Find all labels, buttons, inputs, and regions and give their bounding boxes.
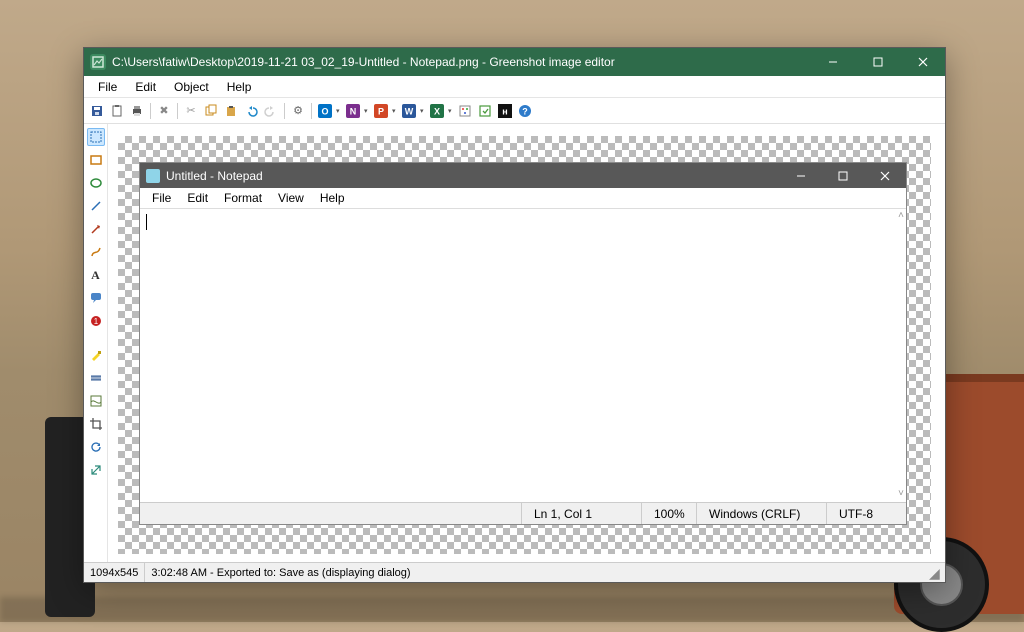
maximize-button[interactable]: [855, 48, 900, 76]
obfuscate-tool-icon[interactable]: [87, 369, 105, 387]
dropdown-arrow-icon[interactable]: ▾: [392, 107, 398, 115]
text-cursor: [146, 214, 147, 230]
print-icon[interactable]: [128, 102, 146, 120]
canvas-checkerboard: Untitled - Notepad File Edit Format View…: [118, 136, 931, 554]
highlight-tool-icon[interactable]: [87, 346, 105, 364]
help-icon[interactable]: ?: [516, 102, 534, 120]
counter-tool-icon[interactable]: 1: [87, 312, 105, 330]
powerpoint-icon[interactable]: P: [372, 102, 390, 120]
menu-help[interactable]: Help: [219, 78, 260, 96]
copy-clipboard-icon[interactable]: [108, 102, 126, 120]
title-text: C:\Users\fatiw\Desktop\2019-11-21 03_02_…: [112, 55, 810, 69]
editor-statusbar: 1094x545 3:02:48 AM - Exported to: Save …: [84, 562, 945, 582]
side-toolbar: A 1: [84, 124, 108, 562]
svg-text:P: P: [378, 106, 384, 116]
notepad-menu-format[interactable]: Format: [216, 189, 270, 207]
svg-text:O: O: [321, 106, 328, 116]
notepad-maximize-button[interactable]: [822, 163, 864, 188]
rectangle-tool-icon[interactable]: [87, 151, 105, 169]
speechbubble-tool-icon[interactable]: [87, 289, 105, 307]
dropdown-arrow-icon[interactable]: ▾: [364, 107, 370, 115]
status-lncol: Ln 1, Col 1: [521, 503, 641, 524]
notepad-titlebar: Untitled - Notepad: [140, 163, 906, 188]
notepad-title: Untitled - Notepad: [166, 169, 780, 183]
undo-icon[interactable]: [242, 102, 260, 120]
copy-icon[interactable]: [202, 102, 220, 120]
titlebar: C:\Users\fatiw\Desktop\2019-11-21 03_02_…: [84, 48, 945, 76]
separator: [177, 103, 178, 119]
close-tool-icon[interactable]: н: [496, 102, 514, 120]
settings-icon[interactable]: ⚙: [289, 102, 307, 120]
notepad-menu-view[interactable]: View: [270, 189, 312, 207]
arrow-tool-icon[interactable]: [87, 220, 105, 238]
notepad-window: Untitled - Notepad File Edit Format View…: [139, 162, 907, 525]
freehand-tool-icon[interactable]: [87, 243, 105, 261]
effects-tool-icon[interactable]: [87, 392, 105, 410]
line-tool-icon[interactable]: [87, 197, 105, 215]
crop-tool-icon[interactable]: [87, 415, 105, 433]
text-tool-icon[interactable]: A: [87, 266, 105, 284]
notepad-menu-help[interactable]: Help: [312, 189, 353, 207]
mspaint-icon[interactable]: [456, 102, 474, 120]
separator: [150, 103, 151, 119]
word-icon[interactable]: W: [400, 102, 418, 120]
cut-icon[interactable]: ✂: [182, 102, 200, 120]
svg-text:1: 1: [93, 317, 98, 326]
rotate-tool-icon[interactable]: [87, 438, 105, 456]
redo-icon[interactable]: [262, 102, 280, 120]
canvas-area[interactable]: Untitled - Notepad File Edit Format View…: [108, 124, 945, 562]
menubar: File Edit Object Help: [84, 76, 945, 98]
svg-text:н: н: [502, 106, 507, 116]
status-encoding: UTF-8: [826, 503, 906, 524]
resize-grip-icon[interactable]: ◢: [929, 565, 945, 581]
separator: [284, 103, 285, 119]
notepad-menu-file[interactable]: File: [144, 189, 179, 207]
main-toolbar: ✖ ✂ ⚙ O ▾ N ▾ P ▾ W ▾ X ▾ н ?: [84, 98, 945, 124]
separator: [311, 103, 312, 119]
external-editor-icon[interactable]: [476, 102, 494, 120]
scroll-up-arrow-icon[interactable]: ˄: [898, 211, 904, 222]
svg-text:W: W: [405, 106, 414, 116]
dropdown-arrow-icon[interactable]: ▾: [336, 107, 342, 115]
dropdown-arrow-icon[interactable]: ▾: [420, 107, 426, 115]
resize-tool-icon[interactable]: [87, 461, 105, 479]
notepad-statusbar: Ln 1, Col 1 100% Windows (CRLF) UTF-8: [140, 502, 906, 524]
delete-icon[interactable]: ✖: [155, 102, 173, 120]
svg-text:N: N: [350, 106, 357, 116]
svg-text:X: X: [434, 106, 440, 116]
close-button[interactable]: [900, 48, 945, 76]
minimize-button[interactable]: [810, 48, 855, 76]
status-zoom: 100%: [641, 503, 696, 524]
notepad-icon: [146, 169, 160, 183]
status-message: 3:02:48 AM - Exported to: Save as (displ…: [145, 563, 929, 582]
menu-edit[interactable]: Edit: [127, 78, 164, 96]
dropdown-arrow-icon[interactable]: ▾: [448, 107, 454, 115]
menu-file[interactable]: File: [90, 78, 125, 96]
notepad-menu-edit[interactable]: Edit: [179, 189, 216, 207]
onenote-icon[interactable]: N: [344, 102, 362, 120]
svg-text:?: ?: [522, 106, 528, 116]
image-size: 1094x545: [84, 563, 145, 582]
save-icon[interactable]: [88, 102, 106, 120]
app-icon: [90, 54, 106, 70]
menu-object[interactable]: Object: [166, 78, 217, 96]
notepad-menubar: File Edit Format View Help: [140, 188, 906, 208]
ellipse-tool-icon[interactable]: [87, 174, 105, 192]
outlook-icon[interactable]: O: [316, 102, 334, 120]
status-spacer: [140, 503, 521, 524]
paste-icon[interactable]: [222, 102, 240, 120]
scroll-down-arrow-icon[interactable]: ˅: [898, 489, 904, 500]
notepad-text-area[interactable]: ˄ ˅: [140, 208, 906, 502]
excel-icon[interactable]: X: [428, 102, 446, 120]
desktop-ground: [0, 597, 1024, 622]
notepad-minimize-button[interactable]: [780, 163, 822, 188]
status-eol: Windows (CRLF): [696, 503, 826, 524]
greenshot-window: C:\Users\fatiw\Desktop\2019-11-21 03_02_…: [83, 47, 946, 583]
notepad-close-button[interactable]: [864, 163, 906, 188]
select-tool-icon[interactable]: [87, 128, 105, 146]
work-area: A 1 Untitled - Notepad: [84, 124, 945, 562]
